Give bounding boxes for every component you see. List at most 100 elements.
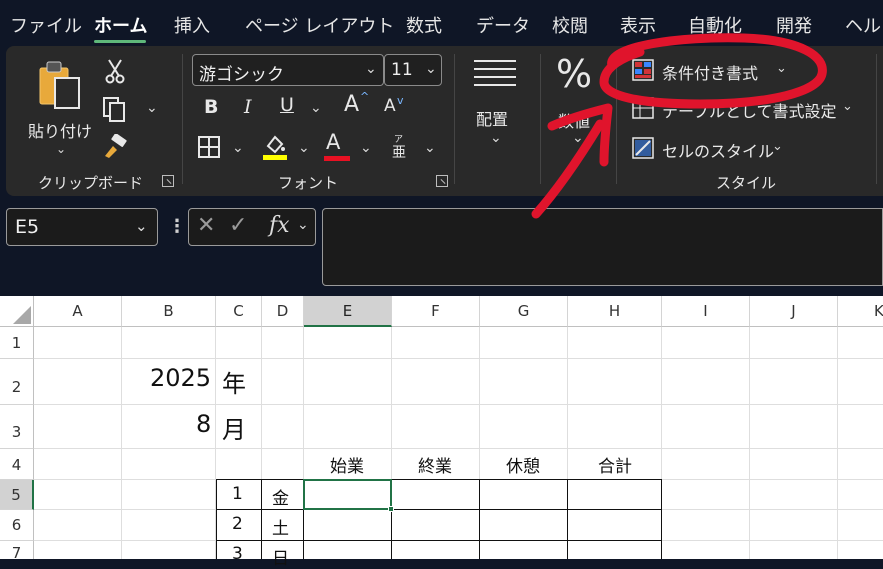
cancel-icon[interactable]: ✕ — [197, 213, 215, 238]
cell-d6[interactable]: 土 — [272, 514, 289, 539]
tab-developer[interactable]: 開発 — [776, 12, 812, 38]
tab-formulas[interactable]: 数式 — [406, 12, 442, 38]
font-color-chevron-icon[interactable]: ⌄ — [360, 140, 372, 156]
cell-c3[interactable]: 月 — [222, 410, 246, 445]
clipboard-group-label: クリップボード — [38, 174, 144, 192]
column-header-i[interactable]: I — [662, 296, 750, 327]
format-as-table-label: テーブルとして書式設定 — [662, 102, 837, 121]
name-box-value: E5 — [15, 216, 40, 238]
chevron-down-icon: ⌄ — [776, 61, 787, 76]
conditional-formatting-icon — [632, 59, 654, 81]
row-header-3[interactable]: 3 — [0, 405, 34, 449]
fill-color-chevron-icon[interactable]: ⌄ — [298, 140, 310, 156]
tab-view[interactable]: 表示 — [620, 12, 656, 38]
column-header-e[interactable]: E — [304, 296, 392, 327]
underline-button[interactable]: U — [280, 94, 294, 116]
italic-button[interactable]: I — [244, 96, 252, 118]
tab-help[interactable]: ヘルプ — [845, 12, 883, 38]
separator — [454, 54, 455, 184]
more-options-icon[interactable]: ⋮ — [168, 216, 186, 237]
column-header-g[interactable]: G — [480, 296, 568, 327]
row-header-7[interactable]: 7 — [0, 541, 34, 562]
cell-h4[interactable]: 合計 — [598, 452, 632, 477]
formula-input[interactable] — [322, 208, 883, 286]
cell-f4[interactable]: 終業 — [418, 452, 452, 477]
cell-c5[interactable]: 1 — [232, 484, 243, 504]
select-all-triangle-icon — [13, 306, 31, 324]
chevron-down-icon: ⌄ — [425, 61, 437, 77]
tab-home[interactable]: ホーム — [94, 12, 147, 38]
column-header-f[interactable]: F — [392, 296, 480, 327]
select-all-corner[interactable] — [0, 296, 34, 327]
column-header-a[interactable]: A — [34, 296, 122, 327]
format-as-table-button[interactable]: テーブルとして書式設定 ⌄ — [630, 94, 860, 124]
grow-font-button[interactable]: A — [344, 92, 359, 117]
fill-handle[interactable] — [388, 506, 394, 512]
borders-icon[interactable] — [198, 136, 220, 158]
cell-c6[interactable]: 2 — [232, 514, 243, 534]
cell-g4[interactable]: 休憩 — [506, 452, 540, 477]
column-header-d[interactable]: D — [262, 296, 304, 327]
tab-data[interactable]: データ — [476, 12, 530, 38]
copy-chevron-icon[interactable]: ⌄ — [146, 100, 158, 116]
tab-page-layout[interactable]: ページ レイアウト — [245, 12, 394, 38]
chevron-down-icon: ⌄ — [365, 61, 377, 77]
column-header-k[interactable]: K — [838, 296, 883, 327]
font-color-swatch — [324, 156, 350, 161]
cell-c7[interactable]: 3 — [232, 544, 243, 564]
column-header-c[interactable]: C — [216, 296, 262, 327]
cell-e4[interactable]: 始業 — [330, 452, 364, 477]
cut-icon[interactable] — [104, 58, 126, 84]
cell-c2[interactable]: 年 — [222, 364, 246, 399]
row-header-4[interactable]: 4 — [0, 449, 34, 480]
cell-d7[interactable]: 日 — [272, 544, 289, 569]
column-header-j[interactable]: J — [750, 296, 838, 327]
phonetic-bottom: 亜 — [392, 145, 406, 161]
cell-d5[interactable]: 金 — [272, 484, 289, 509]
shrink-font-button[interactable]: A — [384, 96, 396, 116]
bold-button[interactable]: B — [204, 96, 218, 118]
cell-b3[interactable]: 8 — [196, 410, 211, 438]
format-painter-icon[interactable] — [102, 134, 128, 160]
clipboard-launcher-icon[interactable] — [162, 175, 174, 187]
row-header-5[interactable]: 5 — [0, 480, 34, 510]
number-chevron-icon: ⌄ — [572, 130, 584, 146]
row-header-2[interactable]: 2 — [0, 359, 34, 405]
tab-file[interactable]: ファイル — [10, 12, 82, 38]
phonetic-chevron-icon[interactable]: ⌄ — [424, 140, 436, 156]
fill-color-icon[interactable] — [262, 132, 288, 162]
cell-b2[interactable]: 2025 — [150, 364, 211, 392]
alignment-chevron-icon: ⌄ — [490, 130, 502, 146]
number-button[interactable]: % 数値 ⌄ — [546, 52, 608, 152]
number-label: 数値 — [558, 112, 591, 131]
separator — [182, 54, 183, 184]
font-size-dropdown[interactable]: 11 ⌄ — [384, 54, 442, 86]
font-launcher-icon[interactable] — [436, 175, 448, 187]
tab-insert[interactable]: 挿入 — [174, 12, 210, 38]
active-cell-e5[interactable] — [303, 479, 392, 510]
tab-review[interactable]: 校閲 — [552, 12, 588, 38]
spreadsheet-grid: A B C D E F G H I J K 1 2 3 4 5 6 7 2025… — [0, 296, 883, 569]
font-size-value: 11 — [391, 60, 413, 80]
row-header-1[interactable]: 1 — [0, 327, 34, 359]
enter-icon[interactable]: ✓ — [229, 213, 247, 238]
phonetic-button[interactable]: ア 亜 — [390, 132, 416, 162]
row-header-6[interactable]: 6 — [0, 510, 34, 541]
tab-automate[interactable]: 自動化 — [688, 12, 742, 38]
ribbon: 貼り付け ⌄ ⌄ クリップボード 游ゴシック ⌄ 11 ⌄ B I U ⌄ A … — [6, 46, 883, 196]
name-box[interactable]: E5 ⌄ — [6, 208, 158, 246]
column-header-b[interactable]: B — [122, 296, 216, 327]
copy-icon[interactable] — [102, 96, 128, 122]
insert-function-button[interactable]: fx — [269, 213, 290, 238]
underline-chevron-icon[interactable]: ⌄ — [310, 100, 322, 116]
paste-button[interactable]: 貼り付け ⌄ — [24, 58, 92, 158]
borders-chevron-icon[interactable]: ⌄ — [232, 140, 244, 156]
chevron-down-icon[interactable]: ⌄ — [297, 217, 309, 233]
font-color-button[interactable]: A — [322, 130, 352, 162]
alignment-button[interactable]: 配置 ⌄ — [464, 56, 526, 156]
cell-styles-button[interactable]: セルのスタイル ⌄ — [630, 134, 790, 164]
column-header-h[interactable]: H — [568, 296, 662, 327]
conditional-formatting-button[interactable]: 条件付き書式 ⌄ — [630, 56, 790, 86]
font-name-dropdown[interactable]: 游ゴシック ⌄ — [192, 54, 384, 86]
styles-group-label: スタイル — [716, 174, 777, 192]
